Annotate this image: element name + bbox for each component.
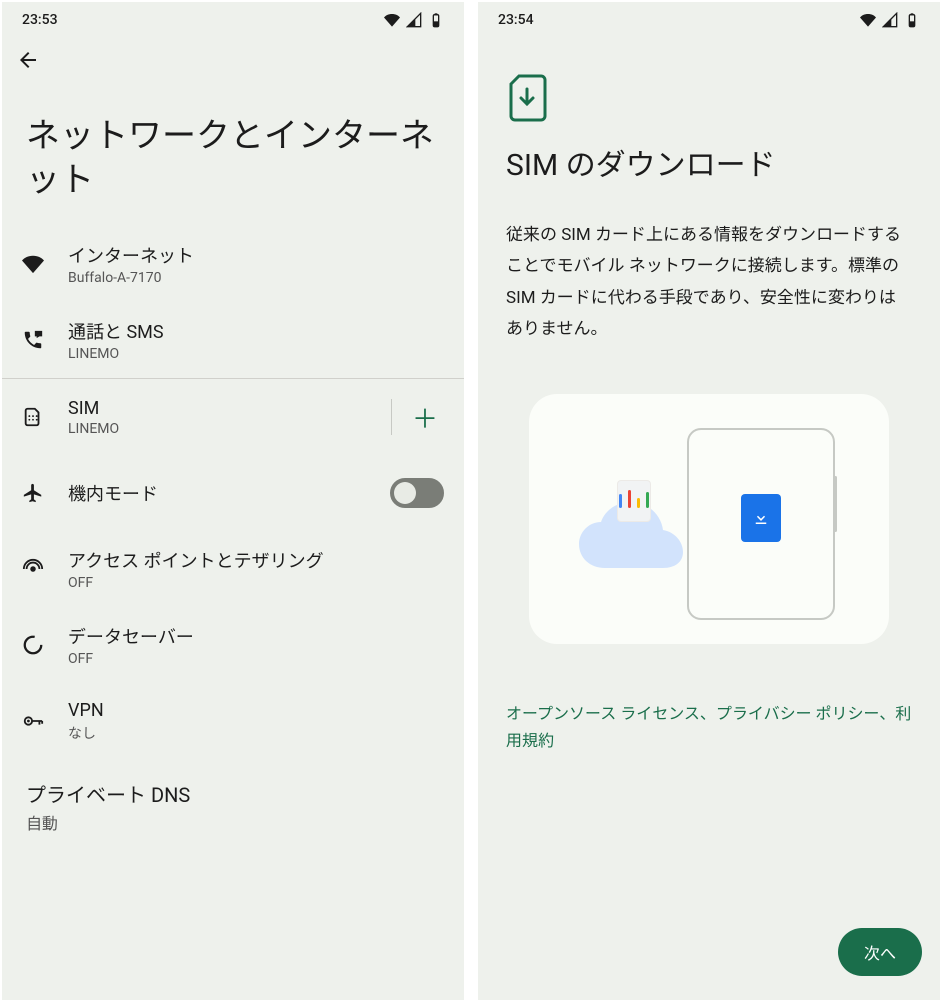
hotspot-icon (22, 558, 68, 580)
sim-card-icon (22, 406, 68, 428)
row-title: SIM (68, 398, 383, 419)
row-private-dns[interactable]: プライベート DNS 自動 (2, 759, 464, 844)
clock: 23:54 (498, 12, 534, 28)
arrow-back-icon (16, 48, 40, 72)
row-vpn[interactable]: VPN なし (2, 683, 464, 759)
row-subtitle: OFF (68, 651, 444, 667)
battery-icon (904, 12, 920, 28)
signal-icon (882, 12, 898, 28)
phone-message-icon (22, 329, 68, 351)
row-subtitle: LINEMO (68, 421, 383, 437)
row-hotspot-tethering[interactable]: アクセス ポイントとテザリング OFF (2, 531, 464, 607)
sim-mini-icon (617, 480, 651, 522)
wifi-icon (384, 12, 400, 28)
row-data-saver[interactable]: データセーバー OFF (2, 607, 464, 683)
sim-download-icon (506, 74, 548, 122)
row-airplane-mode[interactable]: 機内モード (2, 455, 464, 531)
clock: 23:53 (22, 12, 58, 28)
signal-icon (406, 12, 422, 28)
row-subtitle: なし (68, 723, 444, 743)
airplane-icon (22, 482, 68, 504)
status-icons (384, 12, 444, 28)
row-title: データセーバー (68, 623, 444, 649)
screen-network-settings: 23:53 ネットワークとインターネット インターネット Buffalo-A-7… (2, 2, 464, 1000)
status-bar: 23:53 (2, 2, 464, 38)
add-sim-button[interactable]: ＋ (406, 399, 444, 436)
row-title: インターネット (68, 242, 444, 268)
page-description: 従来の SIM カード上にある情報をダウンロードすることでモバイル ネットワーク… (506, 220, 912, 346)
download-tile-icon (741, 494, 781, 542)
row-subtitle: Buffalo-A-7170 (68, 270, 444, 286)
page-title: ネットワークとインターネット (2, 86, 464, 226)
row-subtitle: LINEMO (68, 346, 444, 362)
content: SIM のダウンロード 従来の SIM カード上にある情報をダウンロードすること… (478, 38, 940, 1000)
next-button[interactable]: 次へ (838, 928, 922, 976)
app-bar (2, 38, 464, 86)
row-title: VPN (68, 700, 444, 721)
illustration (529, 394, 889, 644)
wifi-icon (22, 253, 68, 275)
row-calls-sms[interactable]: 通話と SMS LINEMO (2, 302, 464, 378)
row-title: 通話と SMS (68, 318, 444, 344)
page-title: SIM のダウンロード (506, 140, 912, 184)
vertical-divider (391, 399, 392, 435)
screen-sim-download: 23:54 SIM のダウンロード 従来の SIM カード上にある情報をダウンロ… (478, 2, 940, 1000)
data-saver-icon (22, 634, 68, 656)
row-title: プライベート DNS (2, 759, 464, 808)
row-sim[interactable]: SIM LINEMO ＋ (2, 379, 464, 455)
row-title: 機内モード (68, 480, 390, 506)
row-subtitle: 自動 (2, 808, 464, 844)
settings-list: インターネット Buffalo-A-7170 通話と SMS LINEMO SI… (2, 226, 464, 844)
back-button[interactable] (16, 48, 40, 76)
battery-icon (428, 12, 444, 28)
wifi-icon (860, 12, 876, 28)
status-icons (860, 12, 920, 28)
vpn-key-icon (22, 710, 68, 732)
row-internet[interactable]: インターネット Buffalo-A-7170 (2, 226, 464, 302)
airplane-mode-switch[interactable] (390, 478, 444, 508)
status-bar: 23:54 (478, 2, 940, 38)
row-title: アクセス ポイントとテザリング (68, 547, 444, 573)
legal-links[interactable]: オープンソース ライセンス、プライバシー ポリシー、利用規約 (506, 700, 912, 754)
row-subtitle: OFF (68, 575, 444, 591)
